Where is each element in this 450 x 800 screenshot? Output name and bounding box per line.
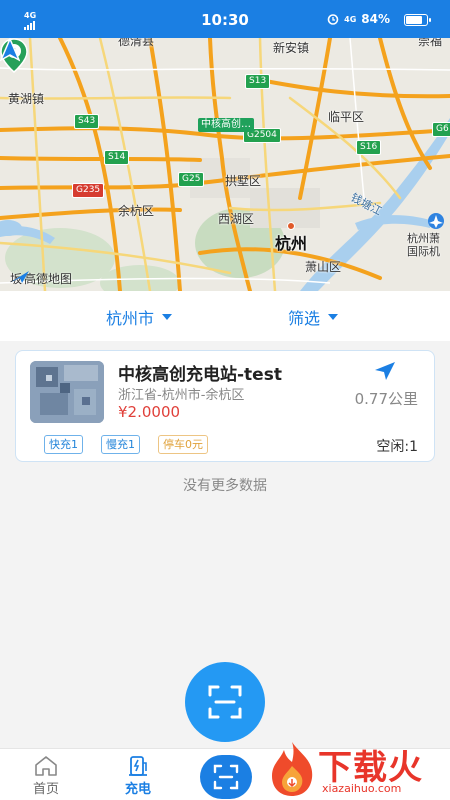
station-distance: 0.77公里 [354, 390, 418, 408]
map-logo: 坂 高德地图 [10, 270, 72, 287]
caret-down-icon [328, 314, 339, 320]
my-location-icon [0, 38, 20, 62]
nav-scan-button[interactable] [200, 755, 252, 799]
map-label-xihu: 西湖区 [218, 212, 255, 226]
road-badge-s16: S16 [356, 140, 382, 155]
no-more-data: 没有更多数据 [183, 478, 267, 494]
status-bar: 4G 10:30 4G 84% [0, 0, 450, 38]
home-icon [35, 756, 57, 776]
status-right-group: 4G 84% [327, 12, 390, 26]
nav-charge[interactable]: 充电 [108, 755, 168, 797]
nav-home-label: 首页 [32, 782, 59, 797]
nav-charge-label: 充电 [124, 782, 151, 797]
map-label-deqing: 德清县 [118, 38, 155, 48]
road-badge-s14: S14 [104, 150, 130, 165]
network-type-right: 4G [344, 14, 357, 24]
road-badge-g6: G6 [432, 122, 450, 137]
map-view[interactable]: 德清县 新安镇 崇福 黄湖镇 临平区 拱墅区 余杭区 西湖区 杭州 钱塘江 萧山… [0, 38, 450, 291]
map-label-yuhang: 余杭区 [118, 204, 155, 218]
filter-bar: 杭州市 筛选 [0, 291, 450, 341]
filter-dropdown-label: 筛选 [288, 309, 321, 328]
caret-down-icon [162, 314, 173, 320]
scan-icon [208, 685, 242, 719]
station-thumbnail [30, 361, 104, 423]
station-address: 浙江省-杭州市-余杭区 [118, 388, 245, 403]
amap-logo-icon [11, 271, 29, 283]
map-label-chongfu: 崇福 [418, 38, 443, 48]
map-label-huanghuzhen: 黄湖镇 [8, 92, 45, 106]
station-name: 中核高创充电站-test [118, 365, 282, 385]
station-image [30, 361, 104, 423]
road-badge-s43: S43 [74, 114, 100, 129]
station-card[interactable]: 中核高创充电站-test 浙江省-杭州市-余杭区 ¥2.0000 0.77公里 … [15, 350, 435, 462]
city-dropdown[interactable]: 杭州市 [106, 305, 173, 329]
map-station-tag[interactable]: 中核高创… [198, 118, 254, 132]
tag-slow-charge: 慢充1 [101, 435, 140, 454]
map-label-xinanzhen: 新安镇 [273, 41, 310, 55]
map-label-hangzhou: 杭州 [275, 234, 308, 253]
map-label-xiaoshan: 萧山区 [305, 260, 342, 274]
nav-home[interactable]: 首页 [16, 755, 76, 797]
map-label-linping: 临平区 [328, 110, 365, 124]
tag-parking: 停车0元 [158, 435, 208, 454]
map-logo-text: 高德地图 [24, 272, 73, 286]
station-price: ¥2.0000 [118, 403, 181, 421]
scan-fab-button[interactable] [185, 662, 265, 742]
alarm-icon [327, 14, 339, 25]
watermark: 下载火 xiazaihuo.com [262, 738, 450, 800]
battery-percent: 84% [361, 12, 390, 26]
filter-dropdown[interactable]: 筛选 [288, 305, 339, 329]
map-background [0, 38, 450, 291]
idle-count: 空闲:1 [376, 439, 418, 455]
city-dropdown-label: 杭州市 [106, 309, 155, 328]
road-badge-g235: G235 [72, 183, 105, 198]
road-badge-g25: G25 [178, 172, 205, 187]
map-label-airport: 杭州萧 国际机 [407, 232, 440, 258]
map-label-gongshu: 拱墅区 [225, 174, 262, 188]
flame-logo-icon [272, 742, 313, 796]
watermark-url: xiazaihuo.com [322, 782, 402, 795]
battery-icon [404, 14, 431, 26]
scan-icon [213, 764, 239, 790]
charging-pile-icon [129, 756, 147, 776]
road-badge-s13: S13 [245, 74, 271, 89]
tag-fast-charge: 快充1 [44, 435, 83, 454]
navigate-icon[interactable] [374, 361, 396, 381]
